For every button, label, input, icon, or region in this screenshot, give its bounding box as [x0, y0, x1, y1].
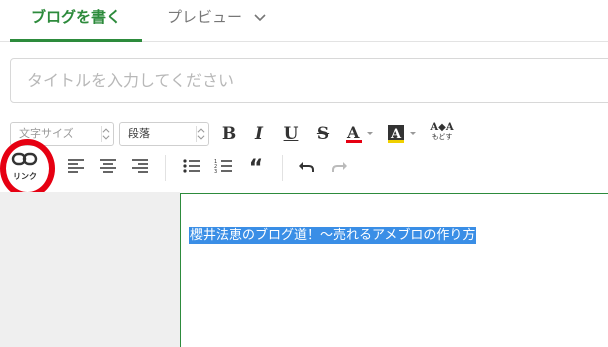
align-right-icon [132, 159, 148, 173]
blog-editor: ブログを書く プレビュー 文字サイズ 段落 B I U S A [0, 0, 608, 347]
select-arrows-icon [196, 126, 205, 142]
align-center-icon [100, 159, 116, 173]
align-left-button[interactable] [64, 154, 88, 178]
clear-format-bottom: もどす [431, 133, 453, 141]
bold-button[interactable]: B [217, 122, 241, 146]
selected-text[interactable]: 櫻井法恵のブログ道！～売れるアメブロの作り方 [189, 227, 477, 244]
underline-button[interactable]: U [279, 122, 303, 146]
tab-bar: ブログを書く プレビュー [0, 0, 608, 42]
paragraph-select[interactable]: 段落 [119, 122, 209, 146]
toolbar-divider [282, 155, 283, 181]
font-color-icon: A [346, 123, 373, 143]
clear-format-top: A◆A [430, 122, 454, 133]
select-arrows-icon [101, 126, 110, 142]
font-size-value: 文字サイズ [19, 127, 74, 140]
tab-write-label: ブログを書く [30, 8, 121, 26]
editor-body[interactable]: 櫻井法恵のブログ道！～売れるアメブロの作り方 [180, 193, 608, 347]
link-icon [11, 152, 38, 166]
tab-write[interactable]: ブログを書く [10, 6, 142, 42]
bullet-list-button[interactable] [180, 154, 204, 178]
chevron-down-icon [254, 14, 266, 22]
svg-text:3: 3 [214, 169, 217, 175]
background-color-icon: A [388, 125, 416, 143]
link-button[interactable]: リンク [10, 150, 40, 184]
undo-button[interactable] [295, 154, 319, 178]
bullet-list-icon [183, 159, 200, 173]
quote-icon: “ [248, 156, 264, 181]
tab-preview-label: プレビュー [167, 8, 243, 26]
redo-icon [332, 162, 347, 172]
italic-button[interactable]: I [247, 122, 271, 146]
font-size-select[interactable]: 文字サイズ [10, 122, 114, 146]
clear-format-button[interactable]: A◆A もどす [428, 122, 456, 146]
numbered-list-button[interactable]: 123 [212, 154, 236, 178]
font-color-button[interactable]: A [343, 122, 377, 146]
side-panel [0, 192, 180, 347]
paragraph-value: 段落 [128, 127, 150, 140]
undo-icon [299, 162, 314, 172]
align-left-icon [68, 159, 84, 173]
strikethrough-button[interactable]: S [311, 122, 335, 146]
align-center-button[interactable] [96, 154, 120, 178]
redo-button[interactable] [327, 154, 351, 178]
numbered-list-icon: 123 [214, 159, 232, 175]
toolbar-divider [165, 155, 166, 181]
title-input[interactable] [10, 58, 608, 103]
svg-text:A: A [390, 127, 402, 142]
tab-preview[interactable]: プレビュー [167, 6, 267, 42]
link-label: リンク [13, 172, 37, 181]
align-right-button[interactable] [128, 154, 152, 178]
editor-toolbar: 文字サイズ 段落 B I U S A A A◆A もどす リンク 1 2 3 “ [0, 112, 608, 192]
background-color-button[interactable]: A [385, 122, 421, 146]
svg-text:A: A [346, 123, 360, 142]
quote-button[interactable]: “ [244, 154, 268, 181]
